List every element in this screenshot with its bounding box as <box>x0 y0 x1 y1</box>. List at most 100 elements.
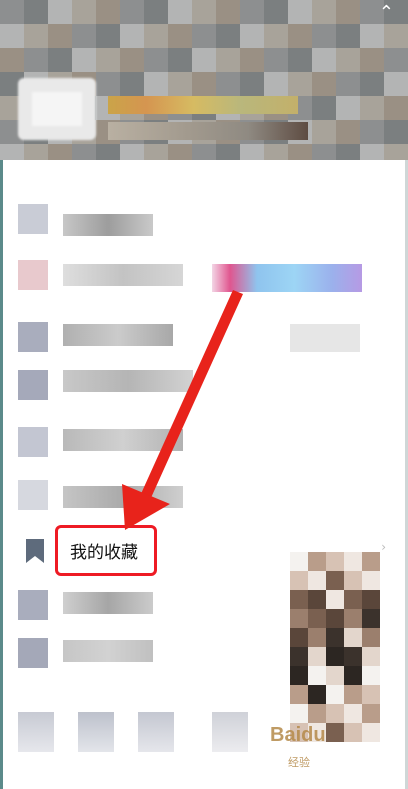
header-pixel <box>384 96 408 120</box>
header-pixel <box>144 144 168 160</box>
avatar[interactable] <box>18 78 96 140</box>
profile-header[interactable]: ⌃ <box>0 0 408 160</box>
header-pixel <box>264 0 288 24</box>
sticker-pixel <box>362 647 380 666</box>
header-pixel <box>216 24 240 48</box>
shortcut-icon[interactable] <box>78 712 114 752</box>
header-pixel <box>312 72 336 96</box>
header-pixel <box>312 48 336 72</box>
menu-icon <box>18 590 48 620</box>
header-pixel <box>360 144 384 160</box>
header-pixel <box>72 24 96 48</box>
menu-label-blurred <box>63 486 183 508</box>
header-pixel <box>96 144 120 160</box>
menu-label-blurred <box>63 429 183 451</box>
header-pixel <box>24 24 48 48</box>
bookmark-icon <box>26 539 44 563</box>
menu-icon <box>18 204 48 234</box>
header-pixel <box>264 24 288 48</box>
sticker-pixel <box>344 552 362 571</box>
menu-label-blurred <box>63 640 153 662</box>
sticker-pixel <box>344 590 362 609</box>
header-pixel <box>48 48 72 72</box>
header-pixel <box>360 96 384 120</box>
header-pixel <box>192 48 216 72</box>
header-pixel <box>312 0 336 24</box>
header-pixel <box>144 24 168 48</box>
header-pixel <box>240 0 264 24</box>
sticker-pixel <box>326 647 344 666</box>
header-pixel <box>336 120 360 144</box>
sticker-pixel <box>362 666 380 685</box>
sticker-pixel <box>326 628 344 647</box>
header-pixel <box>168 48 192 72</box>
header-pixel <box>336 24 360 48</box>
header-pixel <box>48 0 72 24</box>
header-pixel <box>24 0 48 24</box>
header-pixel <box>264 48 288 72</box>
menu-label-blurred <box>63 592 153 614</box>
list-item[interactable] <box>0 425 408 475</box>
menu-icon <box>18 260 48 290</box>
sticker-pixel <box>290 609 308 628</box>
favorites-label-highlight[interactable]: 我的收藏 <box>55 525 157 576</box>
shortcut-icon[interactable] <box>138 712 174 752</box>
sticker-pixel <box>308 609 326 628</box>
header-pixel <box>288 0 312 24</box>
sticker-pixel <box>308 571 326 590</box>
header-pixel <box>240 24 264 48</box>
header-pixel <box>0 0 24 24</box>
header-pixel <box>288 72 312 96</box>
sticker-pixel <box>290 666 308 685</box>
header-pixel <box>336 48 360 72</box>
header-pixel <box>144 48 168 72</box>
header-pixel <box>384 72 408 96</box>
header-pixel <box>312 120 336 144</box>
list-item[interactable] <box>0 478 408 528</box>
sticker-pixel <box>326 685 344 704</box>
shortcut-icon[interactable] <box>212 712 248 752</box>
sticker-pixel <box>290 590 308 609</box>
header-pixel <box>264 72 288 96</box>
header-pixel <box>168 144 192 160</box>
header-pixel <box>216 0 240 24</box>
sticker-pixel <box>290 552 308 571</box>
header-pixel <box>48 144 72 160</box>
header-pixel <box>48 24 72 48</box>
header-pixel <box>216 48 240 72</box>
menu-label-blurred <box>63 370 193 392</box>
sticker-pixel <box>362 609 380 628</box>
list-item[interactable] <box>0 258 408 308</box>
sticker-pixel <box>362 628 380 647</box>
sticker-pixel <box>326 590 344 609</box>
menu-value-blurred <box>290 324 360 352</box>
header-pixel <box>0 144 24 160</box>
header-pixel <box>144 0 168 24</box>
header-pixel <box>384 24 408 48</box>
sticker-pixel <box>308 666 326 685</box>
watermark-logo: Baidu <box>270 724 326 746</box>
list-item[interactable] <box>0 320 408 370</box>
header-pixel <box>96 72 120 96</box>
list-item[interactable] <box>0 368 408 418</box>
menu-label-blurred <box>63 324 173 346</box>
header-pixel <box>120 0 144 24</box>
header-pixel <box>96 24 120 48</box>
decorative-sticker <box>290 552 380 742</box>
shortcut-icon[interactable] <box>18 712 54 752</box>
header-pixel <box>168 0 192 24</box>
close-icon[interactable]: ⌃ <box>379 2 394 23</box>
header-pixel <box>360 120 384 144</box>
list-item[interactable] <box>0 200 408 250</box>
promo-banner-blurred[interactable] <box>212 264 362 292</box>
menu-icon <box>18 480 48 510</box>
header-pixel <box>168 72 192 96</box>
header-pixel <box>192 72 216 96</box>
header-pixel <box>72 144 96 160</box>
header-pixel <box>384 48 408 72</box>
sticker-pixel <box>344 609 362 628</box>
sticker-pixel <box>362 552 380 571</box>
watermark-subtitle: 经验 <box>288 756 310 769</box>
header-pixel <box>216 72 240 96</box>
sticker-pixel <box>362 590 380 609</box>
